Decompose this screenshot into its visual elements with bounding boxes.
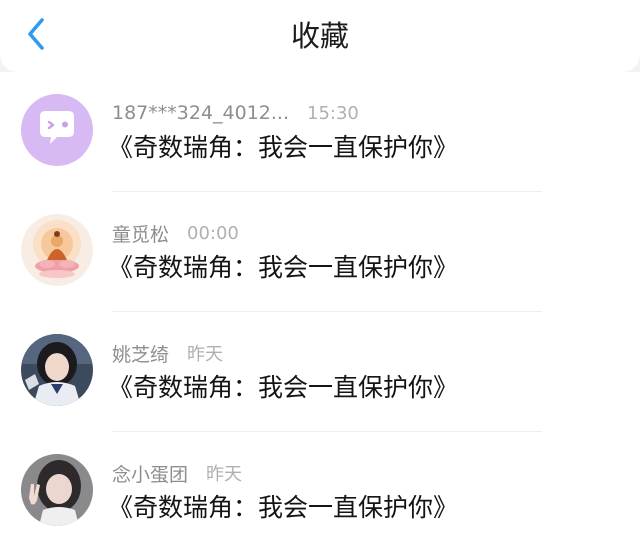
timestamp: 00:00 (187, 222, 239, 244)
favorites-page: 收藏 187***324_4012... 15:30 《奇数瑞角：我会一直保护你… (0, 0, 640, 536)
list-item[interactable]: 姚芝绮 昨天 《奇数瑞角：我会一直保护你》 (0, 312, 640, 432)
list-item[interactable]: 念小蛋团 昨天 《奇数瑞角：我会一直保护你》 (0, 432, 640, 536)
item-header: 念小蛋团 昨天 (112, 460, 242, 486)
favorites-list: 187***324_4012... 15:30 《奇数瑞角：我会一直保护你》 童… (0, 72, 640, 536)
girl-photo-avatar[interactable] (21, 334, 93, 406)
timestamp: 昨天 (206, 464, 243, 485)
timestamp: 昨天 (187, 344, 224, 365)
user-name: 187***324_4012... (112, 102, 290, 124)
favorite-content: 《奇数瑞角：我会一直保护你》 (108, 253, 459, 282)
item-header: 童觅松 00:00 (112, 220, 239, 246)
top-bar: 收藏 (0, 0, 640, 72)
favorite-content: 《奇数瑞角：我会一直保护你》 (108, 373, 459, 402)
list-item[interactable]: 童觅松 00:00 《奇数瑞角：我会一直保护你》 (0, 192, 640, 312)
item-header: 姚芝绮 昨天 (112, 340, 223, 366)
user-name: 姚芝绮 (112, 343, 170, 366)
page-title: 收藏 (290, 19, 349, 53)
timestamp: 15:30 (307, 102, 359, 124)
user-name: 童觅松 (112, 223, 170, 246)
chat-bubble-wink-icon[interactable] (21, 94, 93, 166)
user-name: 念小蛋团 (112, 463, 189, 486)
girl-peace-sign-avatar[interactable] (21, 454, 93, 526)
favorite-content: 《奇数瑞角：我会一直保护你》 (108, 133, 459, 162)
buddha-avatar[interactable] (21, 214, 93, 286)
list-item[interactable]: 187***324_4012... 15:30 《奇数瑞角：我会一直保护你》 (0, 72, 640, 192)
favorite-content: 《奇数瑞角：我会一直保护你》 (108, 493, 459, 522)
item-header: 187***324_4012... 15:30 (112, 100, 359, 126)
